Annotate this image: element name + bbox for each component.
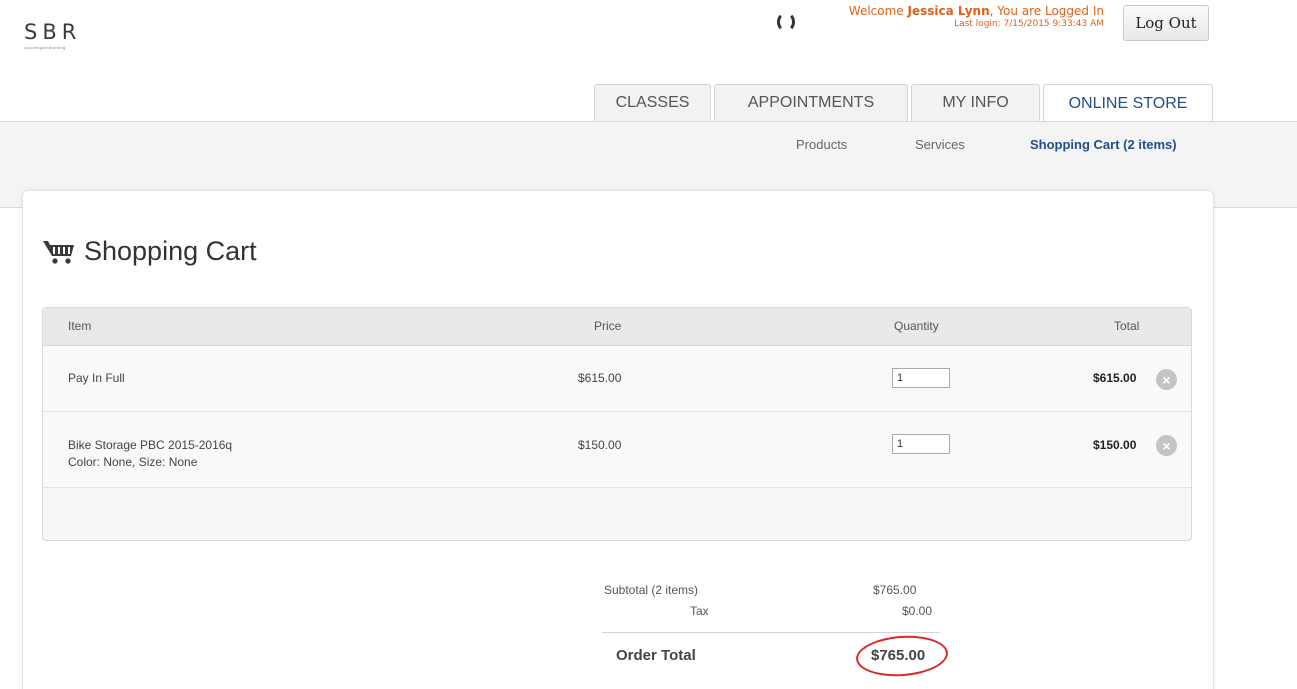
item-cell: Bike Storage PBC 2015-2016q Color: None,… — [68, 438, 232, 469]
item-price: $150.00 — [578, 438, 622, 452]
welcome-prefix: Welcome — [848, 4, 908, 18]
logo-mark: SBR — [24, 20, 82, 44]
item-name: Bike Storage PBC 2015-2016q — [68, 438, 233, 452]
header-item: Item — [68, 319, 92, 333]
page-title-text: Shopping Cart — [84, 236, 257, 266]
loading-spinner-icon — [777, 12, 795, 32]
tax-value: $0.00 — [902, 604, 933, 618]
welcome-message: Welcome Jessica Lynn, You are Logged In … — [812, 4, 1104, 29]
subtotal-value: $765.00 — [873, 583, 917, 597]
item-name: Pay In Full — [68, 371, 125, 385]
quantity-input[interactable] — [892, 368, 950, 388]
header-quantity: Quantity — [894, 319, 939, 333]
shopping-cart-icon — [43, 240, 74, 264]
order-total-label: Order Total — [616, 647, 696, 664]
item-detail: Color: None, Size: None — [68, 455, 198, 469]
last-login: Last login: 7/15/2015 9:33:43 AM — [954, 19, 1104, 29]
page-title: Shopping Cart — [42, 236, 257, 267]
remove-item-icon[interactable]: × — [1156, 435, 1177, 456]
item-total: $615.00 — [1093, 371, 1137, 385]
item-price: $615.00 — [578, 371, 622, 385]
summary-divider — [602, 632, 940, 633]
welcome-suffix: , You are Logged In — [989, 4, 1104, 18]
tab-my-info[interactable]: MY INFO — [911, 84, 1040, 121]
subnav-products[interactable]: Products — [796, 137, 847, 152]
table-header: Item Price Quantity Total — [43, 308, 1191, 346]
user-name: Jessica Lynn — [907, 4, 990, 18]
subnav-shopping-cart[interactable]: Shopping Cart (2 items) — [1030, 137, 1177, 152]
logout-button[interactable]: Log Out — [1123, 5, 1209, 41]
tax-label: Tax — [690, 604, 709, 618]
table-row: Bike Storage PBC 2015-2016q Color: None,… — [43, 412, 1191, 488]
cart-table: Item Price Quantity Total Pay In Full $6… — [42, 307, 1192, 541]
tab-appointments[interactable]: APPOINTMENTS — [714, 84, 908, 121]
logo-tagline: coachingandtraining — [24, 45, 66, 50]
tab-online-store[interactable]: ONLINE STORE — [1043, 84, 1213, 122]
quantity-input[interactable] — [892, 434, 950, 454]
logo[interactable]: SBR coachingandtraining — [24, 20, 114, 50]
subtotal-label: Subtotal (2 items) — [604, 583, 699, 597]
item-total: $150.00 — [1093, 438, 1137, 452]
tab-classes[interactable]: CLASSES — [594, 84, 711, 121]
table-row: Pay In Full $615.00 $615.00 × — [43, 346, 1191, 412]
header-total: Total — [1114, 319, 1140, 333]
header-price: Price — [594, 319, 622, 333]
remove-item-icon[interactable]: × — [1156, 369, 1177, 390]
subnav-services[interactable]: Services — [915, 137, 965, 152]
main-tabs: CLASSES APPOINTMENTS MY INFO ONLINE STOR… — [594, 84, 1216, 122]
